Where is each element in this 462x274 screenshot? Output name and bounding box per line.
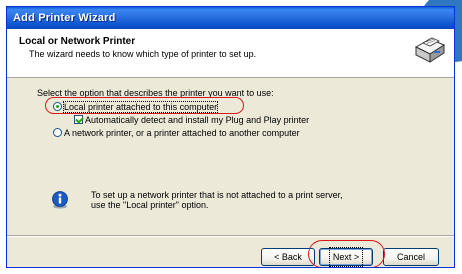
auto-detect-option[interactable]: Automatically detect and install my Plug… bbox=[85, 114, 309, 126]
next-button-highlight-ring bbox=[308, 240, 385, 267]
window-title: Add Printer Wizard bbox=[13, 12, 116, 24]
header-title: Local or Network Printer bbox=[19, 36, 136, 47]
printer-icon bbox=[414, 37, 446, 63]
wizard-header: Local or Network Printer The wizard need… bbox=[7, 29, 454, 78]
back-button-label: < Back bbox=[274, 252, 302, 262]
header-subtitle: The wizard needs to know which type of p… bbox=[29, 49, 257, 59]
cancel-button[interactable]: Cancel bbox=[383, 248, 439, 266]
cancel-button-label: Cancel bbox=[396, 252, 425, 262]
title-bar[interactable]: Add Printer Wizard bbox=[7, 7, 454, 29]
info-icon bbox=[52, 191, 68, 209]
add-printer-wizard-dialog: Add Printer Wizard Local or Network Prin… bbox=[6, 6, 455, 268]
button-separator bbox=[7, 235, 454, 237]
network-printer-option[interactable]: A network printer, or a printer attached… bbox=[64, 127, 300, 139]
back-button[interactable]: < Back bbox=[261, 248, 315, 266]
auto-detect-checkbox[interactable] bbox=[74, 115, 83, 124]
local-printer-highlight-ring bbox=[45, 97, 244, 114]
info-text-line-2: use the "Local printer" option. bbox=[91, 200, 209, 210]
network-printer-radio[interactable] bbox=[53, 128, 62, 137]
screenshot-canvas: P Add Printer Wizard Local or Network Pr… bbox=[0, 0, 462, 274]
